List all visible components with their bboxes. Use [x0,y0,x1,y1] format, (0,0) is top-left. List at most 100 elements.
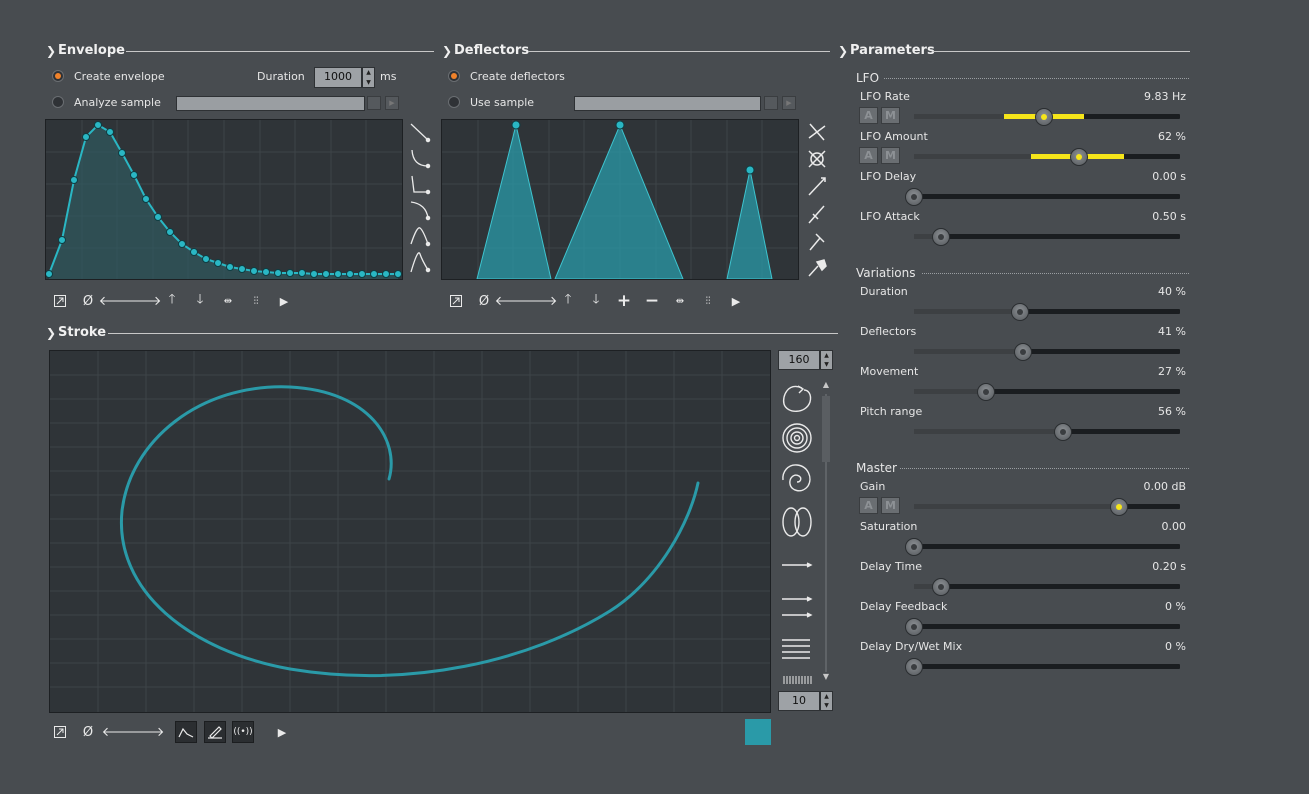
create-envelope-radio[interactable] [52,70,64,82]
saturation-slider-track[interactable] [914,544,1180,549]
delay-dry-wet-mix-slider-track[interactable] [914,664,1180,669]
gain-slider-knob[interactable] [1109,498,1128,516]
deflectors-shape[interactable] [442,120,798,279]
lfo-amount-slider-knob[interactable] [1069,148,1088,166]
deflectors-reset-icon[interactable] [445,290,467,312]
gain-m-button[interactable]: M [881,497,900,514]
deflectors-sample-play-button[interactable]: ▶ [782,96,796,110]
concave-curve-icon[interactable] [411,149,431,169]
envelope-play-icon[interactable]: ▶ [273,290,295,312]
convex-curve-icon[interactable] [410,201,431,221]
stroke-scrollbar[interactable]: ▲ ▼ [820,380,832,688]
movement-slider-track[interactable] [914,389,1180,394]
deflectors-slider-track[interactable] [914,349,1180,354]
deflectors-remove-icon[interactable]: − [641,290,663,312]
delay-feedback-slider-knob[interactable] [905,618,923,636]
movement-slider-knob[interactable] [976,383,995,401]
envelope-sample-browse-button[interactable] [367,96,381,110]
scroll-down-icon[interactable]: ▼ [820,672,832,681]
sword-icon[interactable] [808,205,825,224]
stroke-canvas[interactable] [49,350,771,713]
lfo-amount-slider-track[interactable] [914,154,1180,159]
stroke-broadcast-mode-icon[interactable]: ((•)) [232,721,254,743]
envelope-arrow-up-icon[interactable]: 🡑 [161,290,183,312]
deflectors-arrow-right-icon[interactable]: 🡒 [523,290,558,312]
loop-arrow-icon[interactable] [782,385,812,412]
lfo-delay-slider-track[interactable] [914,194,1180,199]
use-sample-radio[interactable] [448,96,460,108]
envelope-equalize-icon[interactable]: ⫶⫶ [245,290,267,312]
lfo-attack-slider-knob[interactable] [931,228,950,246]
lfo-rate-a-button[interactable]: A [859,107,878,124]
scroll-thumb[interactable] [822,396,830,462]
deflectors-play-icon[interactable]: ▶ [725,290,747,312]
deflectors-add-icon[interactable]: + [613,290,635,312]
lfo-rate-m-button[interactable]: M [881,107,900,124]
stroke-bottom-value-input[interactable]: 10 [778,691,820,711]
gain-a-button[interactable]: A [859,497,878,514]
deflectors-equalize-icon[interactable]: ⫶⫶ [697,290,719,312]
stroke-bottom-spinner[interactable]: ▲ ▼ [820,691,833,711]
spiral-icon[interactable] [782,464,811,492]
target-cross-icon[interactable] [808,150,826,168]
lfo-delay-slider-knob[interactable] [905,188,923,206]
duration-slider-track[interactable] [914,309,1180,314]
stroke-envelope-mode-icon[interactable] [175,721,197,743]
bell-curve-icon[interactable] [410,227,431,247]
linear-curve-icon[interactable] [410,123,431,143]
dense-spiral-icon[interactable] [782,423,812,453]
scroll-up-icon[interactable]: ▲ [820,380,832,389]
pinwheel-icon[interactable] [808,123,826,141]
delay-time-slider-track[interactable] [914,584,1180,589]
single-line-icon[interactable] [782,562,813,568]
lfo-rate-slider-knob[interactable] [1035,108,1054,126]
deflectors-arrow-left-icon[interactable]: 🡐 [495,290,530,312]
lfo-attack-slider-track[interactable] [914,234,1180,239]
duration-input[interactable]: 1000 [314,67,362,88]
envelope-reset-icon[interactable] [49,290,71,312]
envelope-sample-play-button[interactable]: ▶ [385,96,399,110]
envelope-curve[interactable] [46,120,402,279]
stroke-spiral-path[interactable] [119,385,700,677]
stroke-top-value-input[interactable]: 160 [778,350,820,370]
duration-slider-knob[interactable] [1011,303,1030,321]
double-line-icon[interactable] [782,596,813,618]
step-curve-icon[interactable] [411,175,431,195]
multi-line-icon[interactable] [782,639,810,659]
analyze-sample-radio[interactable] [52,96,64,108]
stroke-draw-mode-icon[interactable] [204,721,226,743]
envelope-arrow-left-icon[interactable]: 🡐 [99,290,134,312]
envelope-clear-icon[interactable]: Ø [77,290,99,312]
needle-icon[interactable] [808,177,826,196]
envelope-sample-path-field[interactable] [176,96,365,111]
double-loop-icon[interactable] [782,507,812,537]
duration-spinner[interactable]: ▲ ▼ [362,67,375,88]
deflectors-arrow-up-icon[interactable]: 🡑 [557,290,579,312]
create-deflectors-radio[interactable] [448,70,460,82]
pitch-range-slider-track[interactable] [914,429,1180,434]
envelope-arrow-down-icon[interactable]: 🡓 [189,290,211,312]
stroke-clear-icon[interactable]: Ø [77,721,99,743]
stroke-reset-icon[interactable] [49,721,71,743]
stroke-arrow-left-icon[interactable]: 🡐 [102,721,137,743]
envelope-spread-icon[interactable]: ⇹ [217,290,239,312]
saturation-slider-knob[interactable] [905,538,923,556]
peak-curve-icon[interactable] [410,252,431,273]
lfo-amount-m-button[interactable]: M [881,147,900,164]
pitch-range-slider-knob[interactable] [1053,423,1072,441]
envelope-graph[interactable] [45,119,403,280]
delay-time-slider-knob[interactable] [931,578,950,596]
deflectors-clear-icon[interactable]: Ø [473,290,495,312]
delay-feedback-slider-track[interactable] [914,624,1180,629]
deflectors-spread-icon[interactable]: ⇹ [669,290,691,312]
lfo-amount-a-button[interactable]: A [859,147,878,164]
deflectors-arrow-down-icon[interactable]: 🡓 [585,290,607,312]
stroke-arrow-right-icon[interactable]: 🡒 [130,721,165,743]
stroke-play-icon[interactable]: ▶ [271,721,293,743]
stroke-color-swatch[interactable] [745,719,771,745]
dense-lines-icon[interactable] [783,676,812,684]
deflectors-graph[interactable] [441,119,799,280]
gain-slider-track[interactable] [914,504,1180,509]
deflectors-sample-path-field[interactable] [574,96,761,111]
deflectors-slider-knob[interactable] [1014,343,1033,361]
